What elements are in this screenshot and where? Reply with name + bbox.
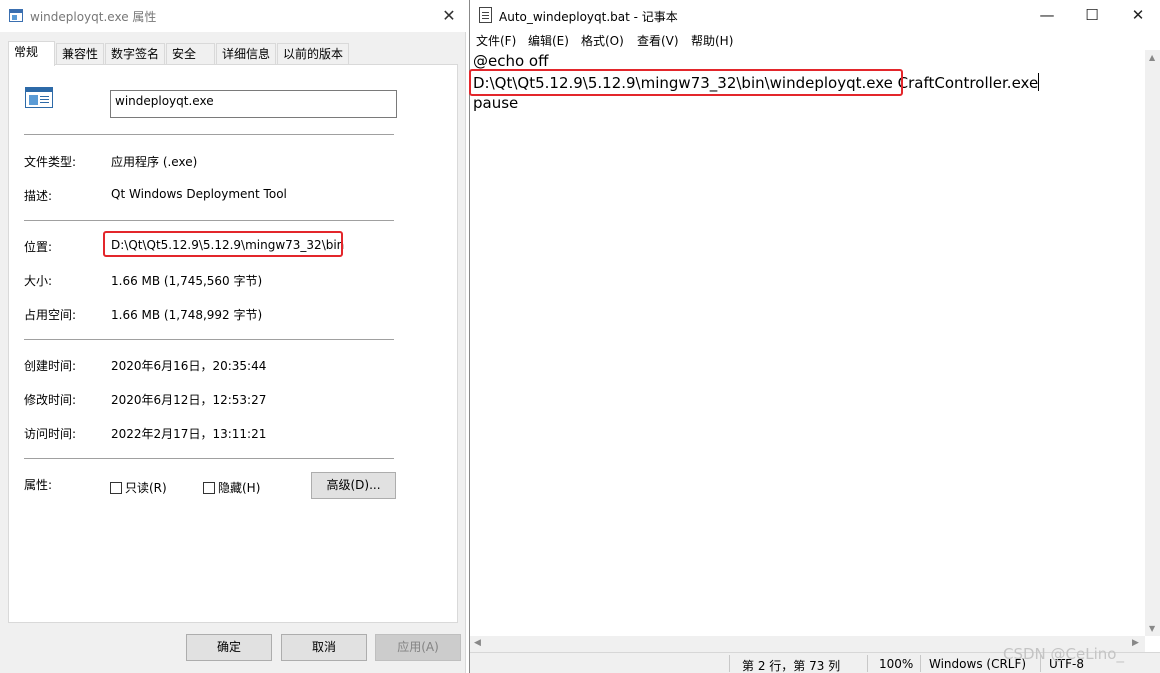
scroll-down-icon[interactable]: ▼	[1149, 624, 1155, 633]
file-name-input[interactable]: windeployqt.exe	[110, 90, 397, 118]
accessed-label: 访问时间:	[24, 427, 77, 441]
notepad-icon	[479, 7, 492, 23]
tab-details[interactable]: 详细信息	[216, 43, 276, 65]
general-tab-panel: windeployqt.exe 文件类型: 应用程序 (.exe) 描述: Qt…	[8, 64, 458, 623]
divider	[24, 220, 394, 221]
modified-value: 2020年6月12日，12:53:27	[111, 393, 267, 407]
apply-button[interactable]: 应用(A)	[375, 634, 461, 661]
tab-security[interactable]: 安全	[166, 43, 215, 65]
vertical-scrollbar[interactable]: ▲ ▼	[1145, 50, 1160, 636]
target-exe-text: CraftController.exe	[892, 74, 1039, 92]
minimize-icon[interactable]: —	[1024, 0, 1070, 30]
tab-compatibility[interactable]: 兼容性	[56, 43, 104, 65]
editor-line-3: pause	[473, 94, 519, 112]
tab-previous-versions[interactable]: 以前的版本	[277, 43, 349, 65]
advanced-button[interactable]: 高级(D)...	[311, 472, 396, 499]
hidden-checkbox-label: 隐藏(H)	[218, 481, 261, 495]
location-highlight-box	[103, 231, 343, 257]
accessed-value: 2022年2月17日，13:11:21	[111, 427, 267, 441]
size-label: 大小:	[24, 274, 53, 288]
size-on-disk-value: 1.66 MB (1,748,992 字节)	[111, 308, 263, 322]
checkbox-box[interactable]	[203, 482, 215, 494]
file-type-label: 文件类型:	[24, 155, 77, 169]
close-icon[interactable]: ✕	[437, 4, 461, 28]
tab-general[interactable]: 常规	[8, 41, 55, 66]
scroll-left-icon[interactable]: ◀	[474, 638, 481, 648]
checkbox-box[interactable]	[110, 482, 122, 494]
properties-dialog: windeployqt.exe 属性 ✕ 常规 兼容性 数字签名 安全 详细信息…	[0, 0, 466, 673]
readonly-checkbox[interactable]: 只读(R)	[110, 479, 167, 496]
text-editor[interactable]: @echo off D:\Qt\Qt5.12.9\5.12.9\mingw73_…	[469, 50, 1145, 636]
path-highlight-box	[469, 69, 903, 96]
status-divider	[729, 655, 730, 672]
watermark: CSDN @CeLino_	[1003, 645, 1124, 663]
menu-edit[interactable]: 编辑(E)	[528, 32, 569, 49]
notepad-window: Auto_windeployqt.bat - 记事本 — ☐ ✕ 文件(F) 编…	[469, 0, 1160, 673]
created-label: 创建时间:	[24, 359, 77, 373]
scroll-up-icon[interactable]: ▲	[1149, 53, 1155, 62]
readonly-checkbox-label: 只读(R)	[125, 481, 167, 495]
description-value: Qt Windows Deployment Tool	[111, 187, 287, 201]
created-value: 2020年6月16日，20:35:44	[111, 359, 267, 373]
location-label: 位置:	[24, 240, 53, 254]
properties-title: windeployqt.exe 属性	[30, 10, 157, 24]
file-type-value: 应用程序 (.exe)	[111, 155, 198, 169]
notepad-titlebar: Auto_windeployqt.bat - 记事本 — ☐ ✕	[470, 0, 1160, 30]
executable-file-icon	[25, 87, 53, 108]
cancel-button[interactable]: 取消	[281, 634, 367, 661]
attributes-label: 属性:	[24, 478, 53, 492]
size-value: 1.66 MB (1,745,560 字节)	[111, 274, 263, 288]
status-divider	[920, 655, 921, 672]
scroll-right-icon[interactable]: ▶	[1132, 638, 1139, 648]
menu-file[interactable]: 文件(F)	[476, 32, 516, 49]
properties-titlebar: windeployqt.exe 属性 ✕	[0, 0, 466, 32]
tab-digital-signatures[interactable]: 数字签名	[105, 43, 165, 65]
editor-line-1: @echo off	[473, 52, 549, 70]
zoom-level: 100%	[879, 657, 914, 671]
cursor-position: 第 2 行，第 73 列	[742, 659, 841, 673]
ok-button[interactable]: 确定	[186, 634, 272, 661]
close-icon[interactable]: ✕	[1115, 0, 1160, 30]
notepad-title: Auto_windeployqt.bat - 记事本	[499, 10, 678, 24]
divider	[24, 458, 394, 459]
size-on-disk-label: 占用空间:	[24, 308, 77, 322]
divider	[24, 339, 394, 340]
menu-format[interactable]: 格式(O)	[581, 32, 624, 49]
hidden-checkbox[interactable]: 隐藏(H)	[203, 479, 260, 496]
divider	[24, 134, 394, 135]
menu-view[interactable]: 查看(V)	[637, 32, 679, 49]
text-caret	[1038, 73, 1040, 91]
menu-bar: 文件(F) 编辑(E) 格式(O) 查看(V) 帮助(H)	[470, 30, 1160, 50]
status-divider	[867, 655, 868, 672]
maximize-icon[interactable]: ☐	[1069, 0, 1115, 30]
properties-tabs: 常规 兼容性 数字签名 安全 详细信息 以前的版本	[8, 41, 458, 66]
menu-help[interactable]: 帮助(H)	[691, 32, 733, 49]
modified-label: 修改时间:	[24, 393, 77, 407]
window-icon	[9, 9, 23, 22]
description-label: 描述:	[24, 189, 53, 203]
